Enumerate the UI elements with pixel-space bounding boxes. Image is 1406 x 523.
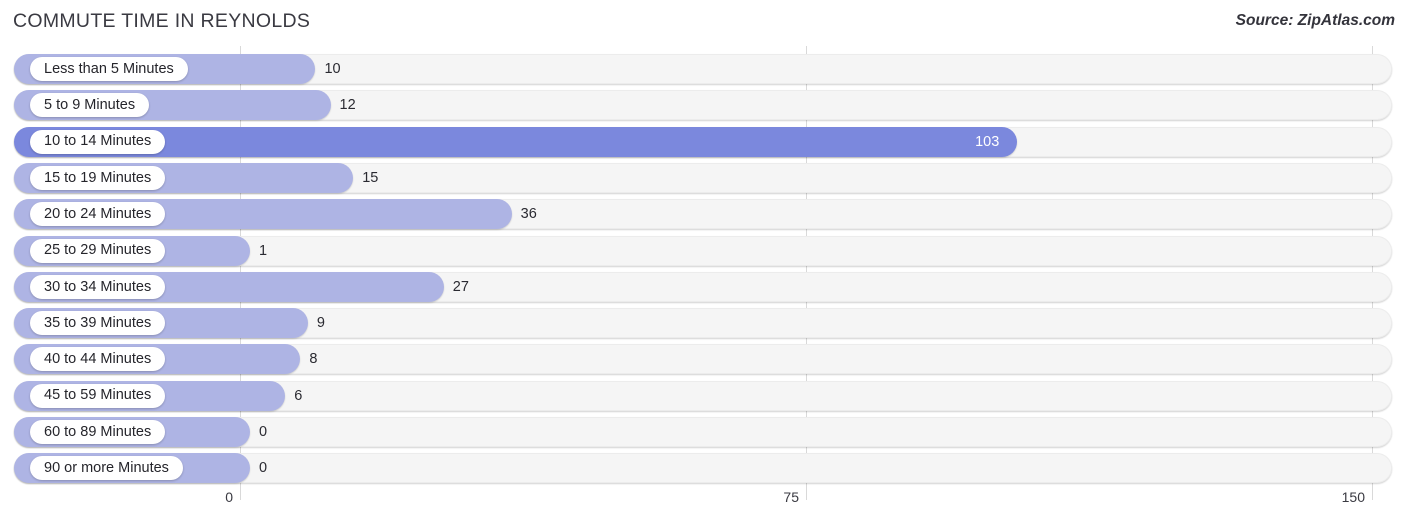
bar-row[interactable]: 15 to 19 Minutes 15 [0,162,1406,193]
bar-label-pill: 90 or more Minutes [30,456,183,481]
bar-row[interactable]: 40 to 44 Minutes 8 [0,344,1406,375]
bar-category-label: 15 to 19 Minutes [44,169,152,186]
axis-tick-label-150: 150 [1341,489,1365,505]
bar-label-pill: 5 to 9 Minutes [30,93,150,118]
bar-label-pill: 60 to 89 Minutes [30,420,166,444]
bar-value-label: 12 [339,97,356,114]
bar-value-label: 1 [259,242,268,259]
bar-value-label: 36 [520,206,537,223]
bar-category-label: 20 to 24 Minutes [44,205,152,222]
plot-area: Less than 5 Minutes 10 5 to 9 Minutes 12 10 … [0,46,1406,486]
bar-category-label: 45 to 59 Minutes [44,387,152,404]
bar-value-label: 8 [309,351,318,368]
bar-value-label: 0 [259,460,268,477]
bar-row[interactable]: 5 to 9 Minutes 12 [0,90,1406,121]
bar-label-pill: 45 to 59 Minutes [30,383,166,408]
bar-label-pill: 20 to 24 Minutes [30,202,166,227]
bar-label-pill: 25 to 29 Minutes [30,238,166,263]
bar-row[interactable]: 30 to 34 Minutes 27 [0,271,1406,302]
bar-category-label: 5 to 9 Minutes [44,97,136,114]
bar-value-label: 0 [259,424,268,440]
bar-row[interactable]: 10 to 14 Minutes 103 [0,126,1406,157]
bar-category-label: 90 or more Minutes [44,460,169,477]
bar-label-pill: Less than 5 Minutes [30,57,188,81]
bar-rows: Less than 5 Minutes 10 5 to 9 Minutes 12 10 … [0,46,1406,486]
bar-category-label: 30 to 34 Minutes [44,278,152,295]
axis-tick-mark-0 [239,486,241,500]
bar-label-pill: 40 to 44 Minutes [30,347,166,372]
bar-row[interactable]: 60 to 89 Minutes 0 [0,417,1406,447]
bar-category-label: 10 to 14 Minutes [44,133,152,150]
bar-label-pill: 30 to 34 Minutes [30,274,166,299]
bar-row[interactable]: 35 to 39 Minutes 9 [0,308,1406,339]
chart-header: COMMUTE TIME IN REYNOLDS Source: ZipAtla… [0,0,1406,46]
page-title: COMMUTE TIME IN REYNOLDS [13,10,311,32]
bar-label-pill: 15 to 19 Minutes [30,165,166,190]
bar-label-pill: 10 to 14 Minutes [30,129,166,154]
bar-value-label: 15 [362,169,379,186]
axis-tick-label-0: 0 [225,489,233,505]
bar-row[interactable]: 45 to 59 Minutes 6 [0,380,1406,411]
bar-category-label: 40 to 44 Minutes [44,351,152,368]
bar-category-label: Less than 5 Minutes [44,60,174,77]
bar-row[interactable]: 25 to 29 Minutes 1 [0,235,1406,266]
bar-value-label: 27 [452,278,469,295]
bar-category-label: 25 to 29 Minutes [44,242,152,259]
bar-value-label: 6 [294,387,303,404]
bar-row[interactable]: Less than 5 Minutes 10 [0,54,1406,84]
axis-tick-label-75: 75 [783,489,799,505]
axis-tick-mark-150 [1371,486,1373,500]
x-axis: 0 75 150 [0,486,1406,523]
bar-value-label: 10 [324,61,341,77]
axis-tick-mark-75 [805,486,807,500]
bar-value-label: 9 [316,315,325,332]
bar-row[interactable]: 20 to 24 Minutes 36 [0,199,1406,230]
bar-category-label: 60 to 89 Minutes [44,423,152,440]
bar-row[interactable]: 90 or more Minutes 0 [0,453,1406,484]
chart-root: COMMUTE TIME IN REYNOLDS Source: ZipAtla… [0,0,1406,523]
bar-label-pill: 35 to 39 Minutes [30,311,166,336]
bar-value-label: 103 [975,133,1000,150]
bar-category-label: 35 to 39 Minutes [44,314,152,331]
source-attribution: Source: ZipAtlas.com [1235,12,1395,29]
